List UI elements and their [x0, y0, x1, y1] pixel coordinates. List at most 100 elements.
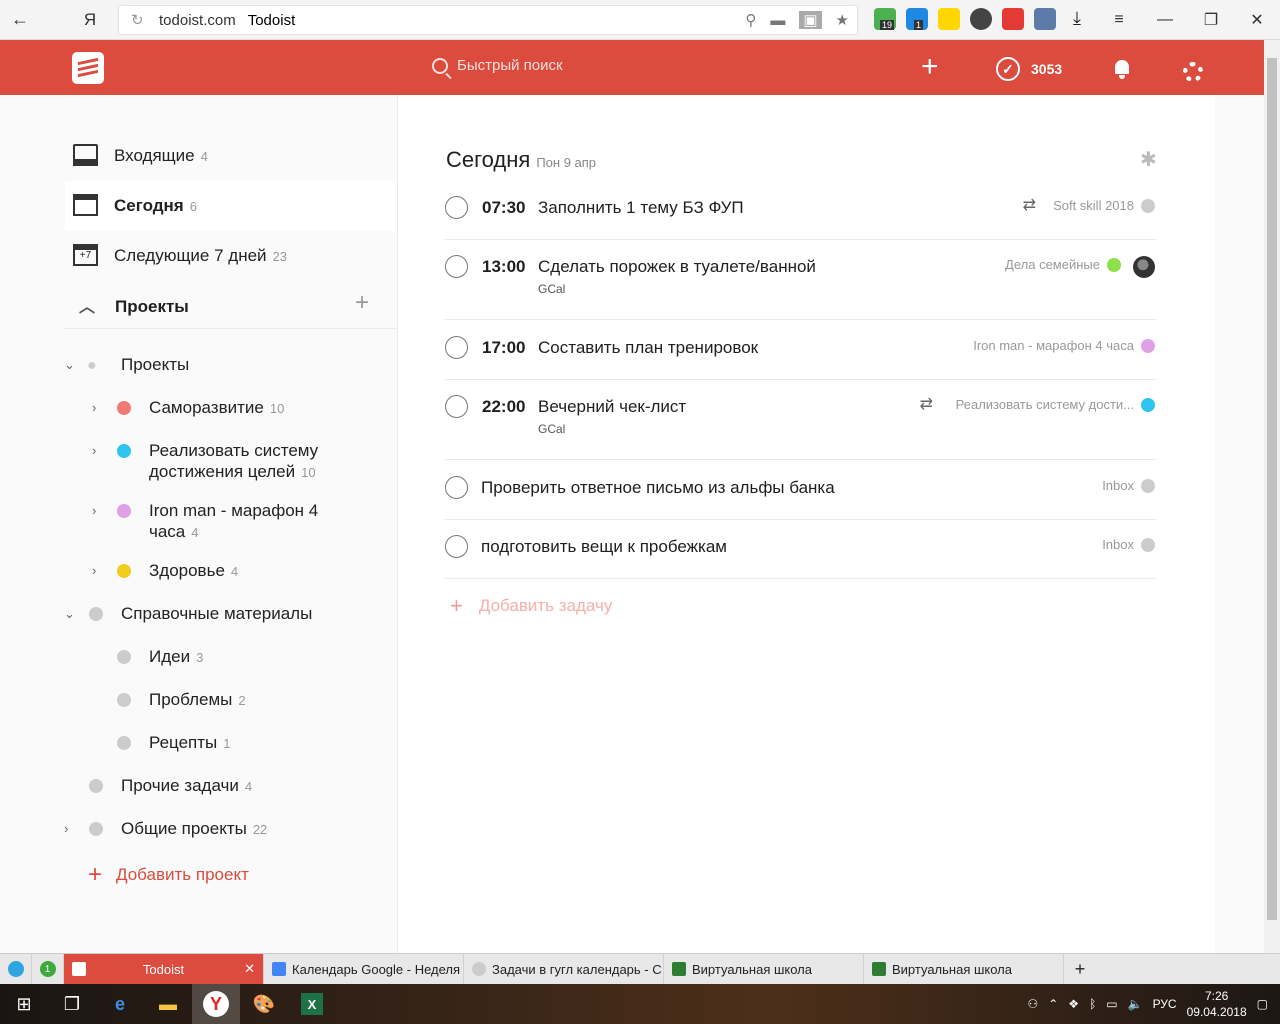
chevron-right-icon[interactable]: ›	[64, 818, 68, 839]
translate-extension-icon[interactable]: 1	[906, 8, 928, 30]
menu-icon[interactable]: ≡	[1096, 0, 1142, 40]
volume-icon[interactable]: 🔈	[1128, 997, 1143, 1011]
download-icon[interactable]: ⤓	[1066, 8, 1088, 30]
chevron-down-icon[interactable]: ⌄	[64, 603, 75, 624]
minimize-button[interactable]: —	[1142, 0, 1188, 40]
pin-icon[interactable]: ✱	[1140, 147, 1160, 171]
task-checkbox[interactable]	[445, 196, 468, 219]
project-color-dot	[89, 779, 103, 793]
chat-icon[interactable]: ▬	[770, 12, 785, 29]
windows-start-icon[interactable]: ⊞	[0, 984, 48, 1024]
pinned-tab[interactable]: 1	[32, 954, 64, 984]
todoist-logo-icon[interactable]	[72, 52, 104, 84]
yandex-home-button[interactable]: Я	[70, 0, 110, 40]
lock-icon[interactable]: ▣	[799, 11, 822, 29]
tab-todoist[interactable]: Todoist ✕	[64, 954, 264, 984]
task-project[interactable]: Inbox	[1102, 537, 1134, 552]
edge-icon[interactable]: e	[96, 984, 144, 1024]
gear-icon[interactable]	[1183, 62, 1203, 82]
zoom-icon[interactable]: ⚲	[745, 11, 756, 29]
close-window-button[interactable]: ✕	[1234, 0, 1280, 40]
task-text[interactable]: подготовить вещи к пробежкам	[481, 537, 727, 557]
chevron-right-icon[interactable]: ›	[92, 500, 96, 521]
tab-label: Календарь Google - Неделя	[292, 961, 461, 977]
task-project[interactable]: Soft skill 2018	[1053, 198, 1134, 213]
clock[interactable]: 7:26 09.04.2018	[1187, 988, 1247, 1020]
file-explorer-icon[interactable]: ▬	[144, 984, 192, 1024]
telegram-tab[interactable]	[0, 954, 32, 984]
add-project-icon[interactable]: +	[355, 289, 369, 317]
notifications-icon[interactable]: ▢	[1257, 997, 1268, 1011]
recurring-icon: ⇄	[1022, 197, 1036, 214]
sidebar-item-next-7-days[interactable]: +7 Следующие 7 дней 23	[65, 231, 397, 281]
task-row[interactable]: Проверить ответное письмо из альфы банка…	[445, 471, 1157, 520]
task-row[interactable]: подготовить вещи к пробежкам Inbox	[445, 530, 1157, 579]
calendar-icon	[73, 194, 98, 216]
quick-add-button[interactable]: +	[921, 52, 939, 82]
task-text[interactable]: Проверить ответное письмо из альфы банка	[481, 478, 835, 498]
task-row[interactable]: 13:00 Сделать порожек в туалете/ванной G…	[445, 250, 1157, 320]
bell-icon[interactable]	[1113, 60, 1131, 79]
refresh-icon[interactable]: ↻	[131, 11, 144, 29]
bluetooth-icon[interactable]: ᛒ	[1089, 997, 1096, 1011]
tab-tasks-calendar[interactable]: Задачи в гугл календарь - С	[464, 954, 664, 984]
task-checkbox[interactable]	[445, 255, 468, 278]
projects-section-header[interactable]: ︿ Проекты +	[65, 285, 397, 329]
tray-chevron-up-icon[interactable]: ⌃	[1048, 997, 1058, 1011]
dropbox-icon[interactable]: ❖	[1068, 997, 1079, 1011]
back-button[interactable]: ←	[0, 0, 40, 40]
evernote-extension-icon[interactable]	[970, 8, 992, 30]
people-icon[interactable]: ⚇	[1027, 997, 1038, 1011]
language-indicator[interactable]: РУС	[1153, 997, 1177, 1011]
chevron-up-icon[interactable]: ︿	[79, 293, 95, 317]
new-tab-button[interactable]: +	[1064, 954, 1096, 984]
tab-google-calendar[interactable]: Календарь Google - Неделя	[264, 954, 464, 984]
chevron-right-icon[interactable]: ›	[92, 440, 96, 461]
task-project[interactable]: Реализовать систему дости...	[956, 397, 1134, 412]
tab-virtual-school-2[interactable]: Виртуальная школа	[864, 954, 1064, 984]
task-project[interactable]: Inbox	[1102, 478, 1134, 493]
save-extension-icon[interactable]	[1034, 8, 1056, 30]
chevron-down-icon[interactable]: ⌄	[64, 354, 75, 375]
quick-search[interactable]: Быстрый поиск	[432, 57, 563, 74]
task-checkbox[interactable]	[445, 535, 468, 558]
task-view-icon[interactable]: ❐	[48, 984, 96, 1024]
avatar[interactable]	[1133, 256, 1155, 278]
sidebar-item-inbox[interactable]: Входящие 4	[65, 131, 397, 181]
excel-icon[interactable]: X	[288, 984, 336, 1024]
close-tab-icon[interactable]: ✕	[244, 961, 255, 977]
address-bar[interactable]: ↻ todoist.com Todoist ⚲ ▬ ▣ ★	[118, 5, 858, 35]
task-row[interactable]: 17:00 Составить план тренировок Iron man…	[445, 331, 1157, 380]
karma-button[interactable]: ✓ 3053	[996, 57, 1062, 81]
task-text[interactable]: Сделать порожек в туалете/ванной	[538, 257, 816, 277]
task-row[interactable]: 07:30 Заполнить 1 тему БЗ ФУП ⇄ Soft ski…	[445, 191, 1157, 240]
task-text[interactable]: Заполнить 1 тему БЗ ФУП	[538, 198, 744, 218]
cursor-extension-icon[interactable]	[938, 8, 960, 30]
bookmark-star-icon[interactable]: ★	[836, 11, 849, 29]
sidebar-item-today[interactable]: Сегодня 6	[65, 181, 397, 231]
add-project-button[interactable]: + Добавить проект	[88, 863, 249, 887]
task-checkbox[interactable]	[445, 476, 468, 499]
page-scrollbar[interactable]	[1264, 40, 1280, 953]
chevron-right-icon[interactable]: ›	[92, 560, 96, 581]
task-text[interactable]: Составить план тренировок	[538, 338, 758, 358]
task-time: 22:00	[482, 397, 526, 416]
shield-extension-icon[interactable]: 19	[874, 8, 896, 30]
task-project[interactable]: Дела семейные	[1005, 257, 1100, 272]
add-task-button[interactable]: + Добавить задачу	[450, 593, 612, 619]
scrollbar-thumb[interactable]	[1267, 58, 1277, 920]
windows-taskbar: ⊞ ❐ e ▬ Y 🎨 X ⚇ ⌃ ❖ ᛒ ▭ 🔈 РУС 7:26 09.04…	[0, 984, 1280, 1024]
restore-button[interactable]: ❐	[1188, 0, 1234, 40]
star-extension-icon[interactable]	[1002, 8, 1024, 30]
tab-virtual-school-1[interactable]: Виртуальная школа	[664, 954, 864, 984]
yandex-browser-icon[interactable]: Y	[192, 984, 240, 1024]
network-icon[interactable]: ▭	[1106, 997, 1117, 1011]
task-project[interactable]: Iron man - марафон 4 часа	[973, 338, 1134, 353]
task-checkbox[interactable]	[445, 336, 468, 359]
task-time: 17:00	[482, 338, 526, 357]
chevron-right-icon[interactable]: ›	[92, 397, 96, 418]
paint-icon[interactable]: 🎨	[240, 984, 288, 1024]
task-checkbox[interactable]	[445, 395, 468, 418]
task-row[interactable]: 22:00 Вечерний чек-лист GCal ⇄ Реализова…	[445, 390, 1157, 460]
task-text[interactable]: Вечерний чек-лист	[538, 397, 686, 417]
